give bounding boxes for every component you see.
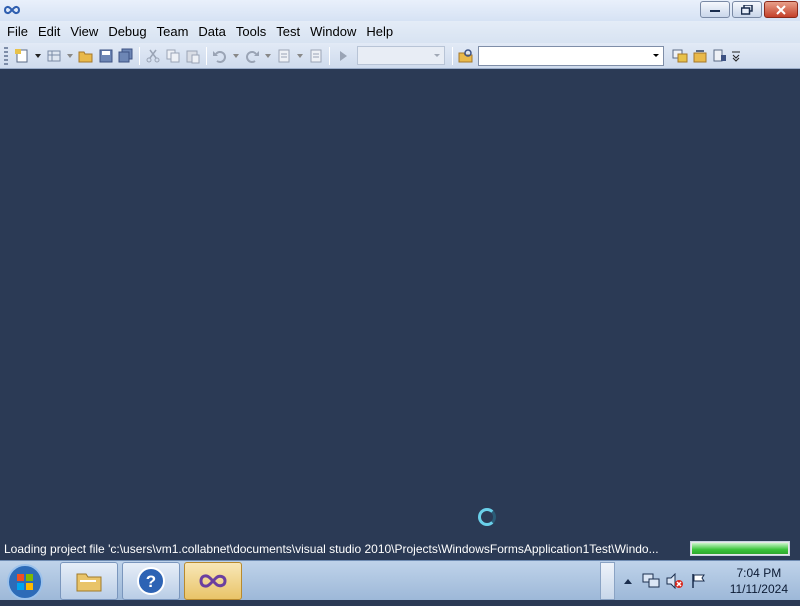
taskbar: ? 7:04 PM 11/11/2024 xyxy=(0,560,800,600)
solution-explorer-button[interactable] xyxy=(670,46,690,66)
save-button[interactable] xyxy=(96,46,116,66)
chevron-down-icon xyxy=(233,53,239,58)
menu-window[interactable]: Window xyxy=(305,22,361,42)
redo-button[interactable] xyxy=(242,46,262,66)
loading-spinner-icon xyxy=(478,508,496,526)
standard-toolbar xyxy=(0,43,800,69)
toolbar-overflow-icon xyxy=(732,51,740,62)
menu-tools[interactable]: Tools xyxy=(231,22,271,42)
open-file-icon xyxy=(78,51,93,62)
main-workspace xyxy=(0,70,800,538)
chevron-down-icon xyxy=(35,53,41,58)
windows-start-icon xyxy=(7,564,43,600)
chevron-down-icon xyxy=(265,53,271,58)
taskbar-file-explorer[interactable] xyxy=(60,562,118,600)
undo-icon xyxy=(213,50,226,63)
object-browser-button[interactable] xyxy=(710,46,730,66)
object-browser-icon xyxy=(713,49,726,61)
navigate-backward-icon xyxy=(278,49,290,62)
undo-dropdown[interactable] xyxy=(230,46,242,66)
menu-edit[interactable]: Edit xyxy=(33,22,65,42)
save-all-button[interactable] xyxy=(116,46,136,66)
paste-icon xyxy=(186,50,200,63)
new-project-button[interactable] xyxy=(12,46,32,66)
vs-infinity-icon xyxy=(3,5,21,15)
new-project-dropdown[interactable] xyxy=(32,46,44,66)
menu-test[interactable]: Test xyxy=(271,22,305,42)
restore-icon xyxy=(741,4,753,15)
visual-studio-icon xyxy=(199,574,227,588)
save-icon xyxy=(99,49,113,62)
add-item-button[interactable] xyxy=(44,46,64,66)
properties-button[interactable] xyxy=(690,46,710,66)
clock-time: 7:04 PM xyxy=(736,566,782,580)
add-item-icon xyxy=(47,50,61,61)
redo-dropdown[interactable] xyxy=(262,46,274,66)
toolbar-overflow[interactable] xyxy=(730,46,742,66)
toolbar-separator xyxy=(206,46,207,65)
network-icon[interactable] xyxy=(642,573,660,589)
toolbar-separator xyxy=(329,46,330,65)
minimize-button[interactable] xyxy=(700,1,730,18)
restore-button[interactable] xyxy=(732,1,762,18)
minimize-icon xyxy=(710,9,720,12)
start-debugging-icon xyxy=(340,50,347,61)
taskbar-scroll[interactable] xyxy=(600,562,615,600)
toolbar-separator xyxy=(452,46,453,65)
navigate-forward-icon xyxy=(310,49,322,62)
find-in-files-button[interactable] xyxy=(456,46,476,66)
copy-icon xyxy=(166,49,180,62)
close-button[interactable] xyxy=(764,1,798,18)
menu-view[interactable]: View xyxy=(65,22,103,42)
new-project-icon xyxy=(15,48,28,62)
file-explorer-icon xyxy=(76,573,102,592)
status-bar: Loading project file 'c:\users\vm1.colla… xyxy=(0,538,800,560)
toolbar-separator xyxy=(139,46,140,65)
start-button[interactable] xyxy=(6,563,48,601)
taskbar-help[interactable]: ? xyxy=(122,562,180,600)
properties-icon xyxy=(693,49,707,62)
svg-text:?: ? xyxy=(146,572,156,591)
system-tray: 7:04 PM 11/11/2024 xyxy=(600,561,800,601)
copy-button[interactable] xyxy=(163,46,183,66)
solution-configurations-dropdown[interactable] xyxy=(357,46,445,65)
help-icon: ? xyxy=(137,567,165,595)
title-bar xyxy=(0,0,800,21)
save-all-icon xyxy=(118,48,133,62)
volume-muted-icon[interactable] xyxy=(666,573,684,589)
progress-fill xyxy=(692,543,788,554)
status-text: Loading project file 'c:\users\vm1.colla… xyxy=(4,542,659,556)
show-hidden-icons-icon[interactable] xyxy=(624,579,632,584)
undo-button[interactable] xyxy=(210,46,230,66)
navigate-backward-dropdown[interactable] xyxy=(294,46,306,66)
navigate-forward-button[interactable] xyxy=(306,46,326,66)
add-item-dropdown[interactable] xyxy=(64,46,76,66)
redo-icon xyxy=(246,50,259,63)
chevron-down-icon xyxy=(67,53,73,58)
clock-date: 11/11/2024 xyxy=(729,582,788,596)
menu-team[interactable]: Team xyxy=(152,22,194,42)
find-combo-box[interactable] xyxy=(478,45,664,66)
menu-bar: File Edit View Debug Team Data Tools Tes… xyxy=(0,21,800,43)
close-icon xyxy=(776,4,786,15)
cut-icon xyxy=(146,49,160,62)
chevron-down-icon xyxy=(297,53,303,58)
navigate-backward-button[interactable] xyxy=(274,46,294,66)
toolbar-grip[interactable] xyxy=(4,46,8,65)
menu-help[interactable]: Help xyxy=(361,22,398,42)
action-center-flag-icon[interactable] xyxy=(690,573,708,589)
taskbar-visual-studio[interactable] xyxy=(184,562,242,600)
solution-explorer-icon xyxy=(672,49,688,62)
start-debugging-button[interactable] xyxy=(333,46,353,66)
menu-file[interactable]: File xyxy=(2,22,33,42)
status-progress-bar xyxy=(690,541,790,556)
find-in-files-icon xyxy=(458,48,473,62)
paste-button[interactable] xyxy=(183,46,203,66)
taskbar-clock[interactable]: 7:04 PM 11/11/2024 xyxy=(730,565,788,597)
open-file-button[interactable] xyxy=(76,46,96,66)
menu-debug[interactable]: Debug xyxy=(103,22,151,42)
menu-data[interactable]: Data xyxy=(193,22,230,42)
cut-button[interactable] xyxy=(143,46,163,66)
